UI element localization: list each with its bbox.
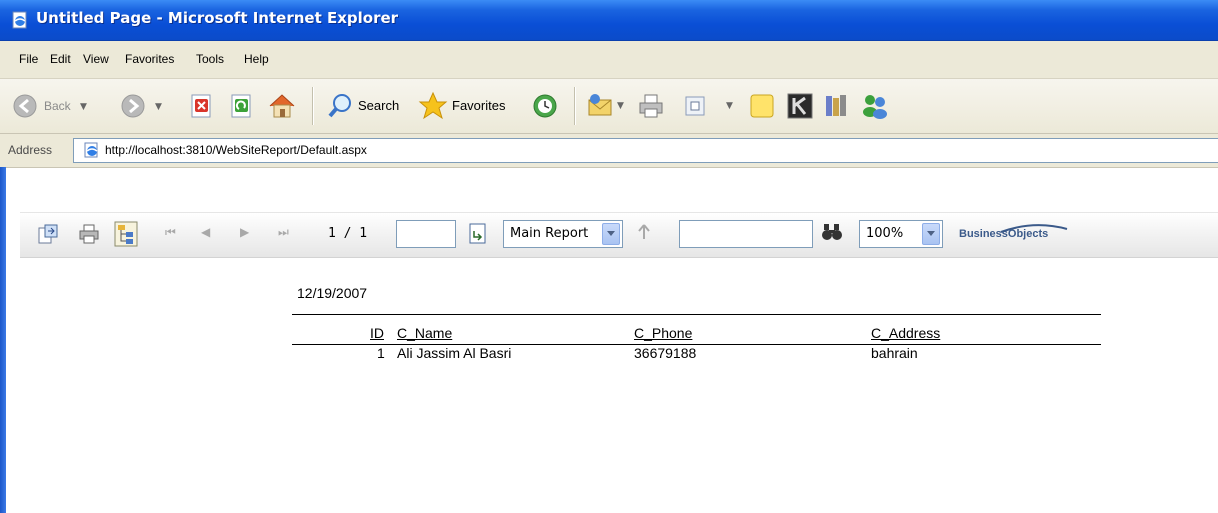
search-text-input[interactable] [679,220,813,248]
toolbar-separator [312,87,314,125]
print-icon[interactable] [78,223,100,245]
zoom-select[interactable]: 100% [859,220,943,248]
back-button[interactable]: Back ▼ [12,93,107,121]
menu-help[interactable]: Help [244,52,269,66]
home-icon[interactable] [267,92,297,120]
search-label: Search [358,98,400,113]
back-dropdown-icon[interactable]: ▼ [80,102,87,112]
binoculars-icon[interactable] [821,222,843,242]
menu-view[interactable]: View [83,52,109,66]
print-icon[interactable] [637,92,665,120]
vendor-logo-text: BusinessObjects [959,228,1049,240]
previous-page-icon[interactable]: ◀ [201,225,210,239]
menu-tools[interactable]: Tools [196,52,224,66]
window-title-bar[interactable]: Untitled Page - Microsoft Internet Explo… [0,0,1218,41]
back-arrow-icon [13,94,37,118]
research-books-icon[interactable] [822,92,850,120]
menu-edit[interactable]: Edit [50,52,71,66]
report-date: 12/19/2007 [297,285,368,301]
ie-page-icon[interactable] [11,11,29,29]
messenger-icon[interactable] [860,92,890,120]
note-icon[interactable] [748,92,776,120]
k-app-icon[interactable] [786,92,814,120]
star-icon [418,91,448,120]
chevron-down-icon[interactable] [602,223,620,245]
history-icon[interactable] [530,92,560,120]
forward-arrow-icon [121,94,145,118]
edit-dropdown-icon[interactable]: ▼ [726,101,733,111]
export-icon[interactable] [37,223,59,245]
favorites-label: Favorites [452,98,506,113]
zoom-value: 100% [866,226,904,241]
mail-dropdown-icon[interactable]: ▼ [617,101,624,111]
address-bar: Address http://localhost:3810/WebSiteRep… [0,134,1218,168]
refresh-icon[interactable] [230,94,254,118]
group-select-value: Main Report [510,226,589,241]
address-label: Address [8,143,53,157]
businessobjects-logo: BusinessObjects [959,223,1071,247]
browser-toolbar: Back ▼ ▼ Search Favorites ▼ ▼ [0,79,1218,134]
column-header-address: C_Address [871,325,941,341]
address-input[interactable]: http://localhost:3810/WebSiteReport/Defa… [73,138,1218,163]
cell-address: bahrain [871,345,918,361]
cell-id: 1 [377,345,385,361]
search-button[interactable]: Search [327,92,407,120]
toolbar-separator [574,87,576,125]
last-page-icon[interactable]: ⏭ [278,225,289,240]
favorites-button[interactable]: Favorites [418,91,518,121]
cell-phone: 36679188 [634,345,697,361]
next-page-icon[interactable]: ▶ [240,225,249,239]
back-label: Back [44,99,71,113]
page-count: 1 / 1 [328,226,368,241]
first-page-icon[interactable]: ⏮ [165,225,176,240]
group-tree-select[interactable]: Main Report [503,220,623,248]
magnifier-icon [328,94,351,118]
window-title: Untitled Page - Microsoft Internet Explo… [36,9,399,27]
goto-page-input[interactable] [396,220,456,248]
column-header-phone: C_Phone [634,325,693,341]
header-rule-top [292,314,1101,315]
ie-page-icon [84,142,98,158]
goto-page-icon[interactable] [468,223,488,245]
address-url: http://localhost:3810/WebSiteReport/Defa… [105,143,367,157]
forward-dropdown-icon[interactable]: ▼ [155,102,162,112]
forward-button[interactable]: ▼ [120,93,166,121]
report-viewer-toolbar: ⏮ ◀ ▶ ⏭ 1 / 1 Main Report 100% BusinessO… [20,212,1218,258]
menu-favorites[interactable]: Favorites [125,52,174,66]
stop-icon[interactable] [190,94,214,118]
column-header-name: C_Name [397,325,453,341]
menu-file[interactable]: File [19,52,38,66]
column-header-id: ID [370,325,384,341]
menu-bar: File Edit View Favorites Tools Help [0,41,1218,79]
group-tree-icon[interactable] [114,221,138,247]
drill-up-icon[interactable] [637,223,651,243]
window-border-left [0,167,6,513]
mail-icon[interactable] [586,92,614,120]
chevron-down-icon[interactable] [922,223,940,245]
edit-page-icon[interactable] [684,95,706,117]
cell-name: Ali Jassim Al Basri [397,345,512,361]
